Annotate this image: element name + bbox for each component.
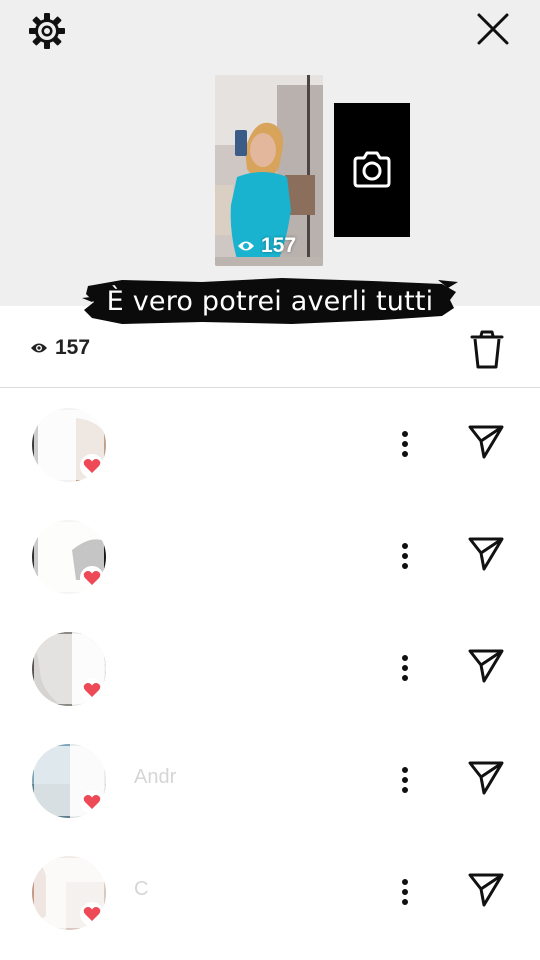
eye-icon	[31, 343, 47, 353]
send-message-button[interactable]	[464, 646, 508, 686]
more-vertical-icon	[402, 879, 408, 905]
viewer-options-button[interactable]	[390, 538, 420, 574]
viewer-options-button[interactable]	[390, 874, 420, 910]
like-badge	[80, 566, 104, 590]
more-vertical-icon	[402, 767, 408, 793]
heart-icon	[83, 459, 101, 473]
view-count-label: 157	[55, 336, 91, 359]
send-icon	[468, 761, 504, 795]
add-story-camera-button[interactable]	[334, 103, 410, 237]
story-preview-area: 157	[0, 0, 540, 306]
like-badge	[80, 902, 104, 926]
viewer-username[interactable]: C	[134, 878, 148, 901]
viewer-options-button[interactable]	[390, 426, 420, 462]
viewer-row[interactable]: Andr	[0, 724, 540, 836]
send-icon	[468, 649, 504, 683]
send-icon	[468, 873, 504, 907]
view-count[interactable]: 157	[30, 336, 90, 360]
like-badge	[80, 454, 104, 478]
send-message-button[interactable]	[464, 870, 508, 910]
send-icon	[468, 425, 504, 459]
heart-icon	[83, 795, 101, 809]
trash-icon	[470, 330, 504, 369]
story-stats-bar: 157	[0, 316, 540, 388]
story-thumbnail[interactable]: 157	[215, 75, 323, 266]
send-message-button[interactable]	[464, 758, 508, 798]
viewer-row[interactable]: C	[0, 836, 540, 948]
viewer-options-button[interactable]	[390, 650, 420, 686]
like-badge	[80, 790, 104, 814]
eye-icon	[238, 241, 254, 251]
thumbnail-view-count: 157	[237, 234, 296, 258]
send-message-button[interactable]	[464, 534, 508, 574]
viewer-row[interactable]	[0, 500, 540, 612]
viewer-row[interactable]	[0, 612, 540, 724]
more-vertical-icon	[402, 431, 408, 457]
heart-icon	[83, 683, 101, 697]
more-vertical-icon	[402, 655, 408, 681]
viewer-username[interactable]: Andr	[134, 766, 176, 789]
heart-icon	[83, 907, 101, 921]
settings-button[interactable]	[24, 8, 70, 54]
camera-icon	[353, 151, 391, 188]
like-badge	[80, 678, 104, 702]
send-icon	[468, 537, 504, 571]
close-icon	[477, 13, 509, 45]
more-vertical-icon	[402, 543, 408, 569]
viewer-options-button[interactable]	[390, 762, 420, 798]
delete-story-button[interactable]	[466, 328, 508, 372]
gear-icon	[29, 13, 65, 49]
viewer-row[interactable]	[0, 388, 540, 500]
heart-icon	[83, 571, 101, 585]
close-button[interactable]	[470, 6, 516, 52]
send-message-button[interactable]	[464, 422, 508, 462]
thumbnail-views-label: 157	[261, 234, 297, 257]
